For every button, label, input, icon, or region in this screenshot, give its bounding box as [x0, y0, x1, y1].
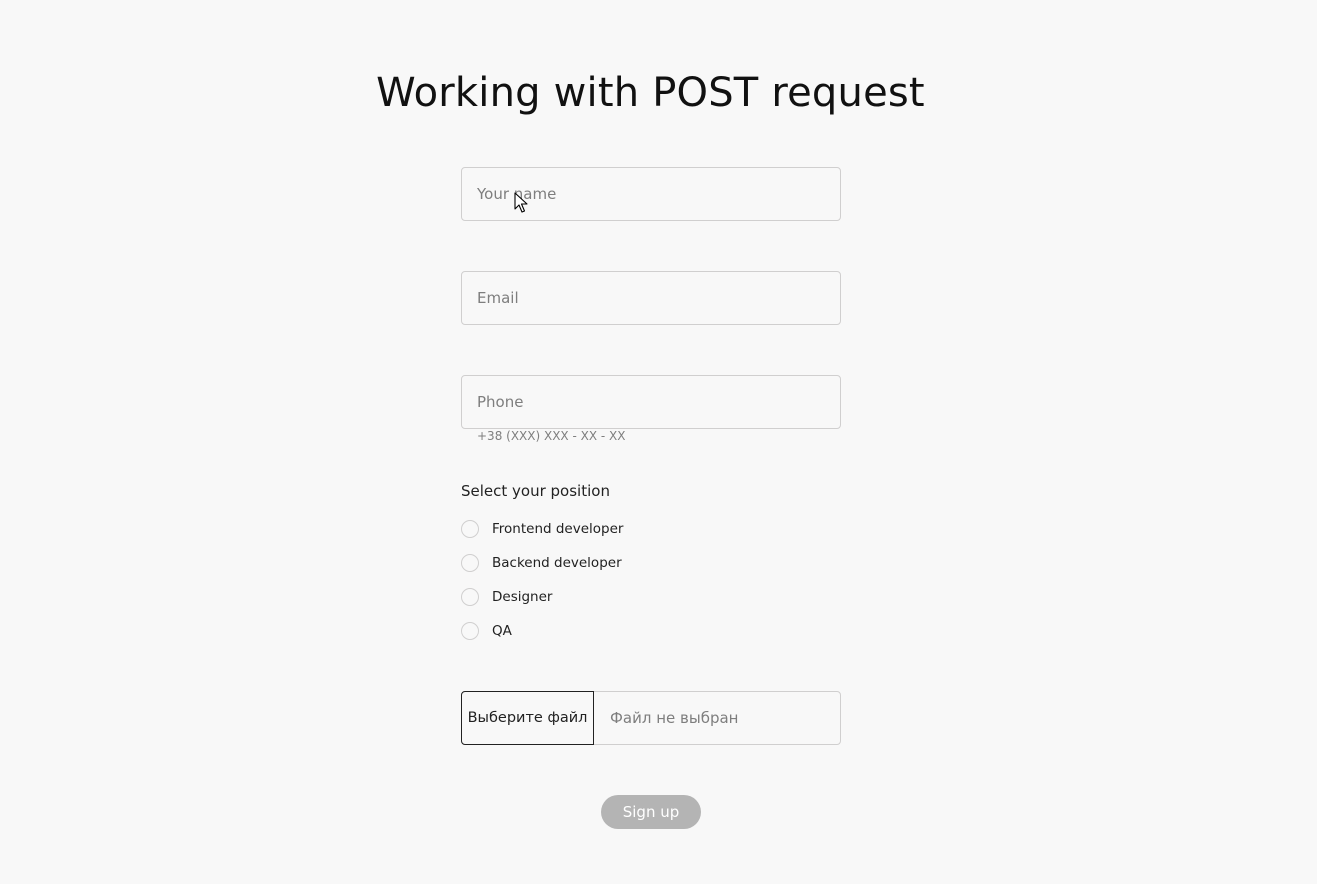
mouse-cursor-icon — [514, 192, 528, 213]
radio-label: Designer — [492, 589, 553, 605]
file-upload-field: Выберите файл Файл не выбран — [461, 691, 841, 745]
choose-file-button[interactable]: Выберите файл — [461, 691, 594, 745]
radio-backend-developer[interactable]: Backend developer — [461, 553, 622, 573]
radio-button-icon[interactable] — [461, 588, 479, 606]
radio-frontend-developer[interactable]: Frontend developer — [461, 519, 623, 539]
radio-label: QA — [492, 623, 512, 639]
file-status-text: Файл не выбран — [610, 709, 739, 727]
radio-button-icon[interactable] — [461, 622, 479, 640]
phone-helper-text: +38 (XXX) XXX - XX - XX — [477, 429, 626, 443]
email-input[interactable] — [461, 271, 841, 325]
position-label: Select your position — [461, 482, 610, 500]
radio-label: Frontend developer — [492, 521, 624, 537]
sign-up-button[interactable]: Sign up — [601, 795, 701, 829]
page: Working with POST request +38 (XXX) XXX … — [0, 0, 1317, 884]
radio-qa[interactable]: QA — [461, 621, 512, 641]
radio-designer[interactable]: Designer — [461, 587, 552, 607]
radio-label: Backend developer — [492, 555, 622, 571]
page-title: Working with POST request — [376, 70, 925, 116]
radio-button-icon[interactable] — [461, 520, 479, 538]
radio-button-icon[interactable] — [461, 554, 479, 572]
phone-input[interactable] — [461, 375, 841, 429]
